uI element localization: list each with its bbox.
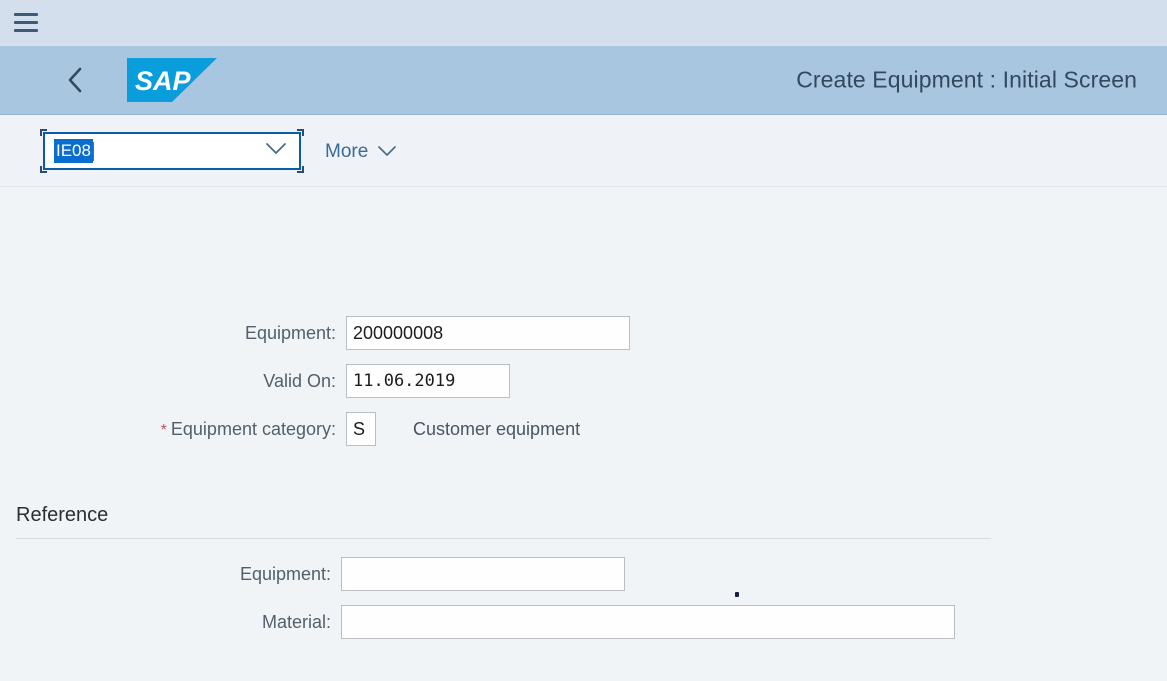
text-caret (92, 141, 94, 161)
label-reference-equipment: Equipment: (239, 563, 331, 584)
chevron-down-icon[interactable] (265, 142, 287, 160)
form-row-valid-on: Valid On: 11.06.2019 (0, 364, 660, 398)
label-equipment: Equipment: (244, 322, 336, 343)
hamburger-bar-1 (14, 13, 38, 16)
hamburger-menu-icon[interactable] (14, 11, 38, 33)
required-asterisk: * (160, 421, 167, 439)
transaction-code-input[interactable]: IE08 (43, 132, 301, 170)
input-reference-material[interactable] (341, 605, 955, 639)
input-equipment-category[interactable]: S (346, 412, 376, 446)
hamburger-bar-3 (14, 29, 38, 32)
focus-corner-bottom-right (297, 166, 304, 173)
section-reference: Reference (16, 504, 991, 539)
form-row-reference-material: Material: (0, 605, 980, 639)
main-content: Equipment: 200000008 Valid On: 11.06.201… (0, 188, 1167, 681)
transaction-code-combobox[interactable]: IE08 (40, 129, 304, 173)
input-equipment[interactable]: 200000008 (346, 316, 630, 350)
section-title-reference: Reference (16, 504, 109, 526)
section-divider (16, 538, 991, 539)
more-button[interactable]: More (325, 141, 397, 163)
input-reference-equipment[interactable] (341, 557, 625, 591)
hamburger-bar-2 (14, 21, 38, 24)
form-row-reference-equipment: Equipment: (0, 557, 660, 591)
label-valid-on: Valid On: (263, 370, 336, 391)
label-equipment-category-text: Equipment category: (170, 418, 336, 439)
cursor-artifact (735, 592, 739, 597)
sap-logo[interactable]: SAP (127, 58, 217, 102)
page-title: Create Equipment : Initial Screen (796, 66, 1137, 93)
focus-corner-top-left (40, 129, 47, 136)
input-valid-on[interactable]: 11.06.2019 (346, 364, 510, 398)
label-equipment-category: * Equipment category: (0, 419, 346, 440)
label-reference-material: Material: (261, 611, 331, 632)
more-button-label: More (325, 141, 369, 162)
equipment-category-description: Customer equipment (413, 418, 581, 439)
back-chevron-icon[interactable] (58, 63, 92, 97)
form-row-equipment: Equipment: 200000008 (0, 316, 660, 350)
transaction-code-value: IE08 (54, 138, 93, 164)
sap-logo-text: SAP (135, 66, 192, 96)
shell-header: SAP Create Equipment : Initial Screen (0, 46, 1167, 115)
focus-corner-top-right (297, 129, 304, 136)
chevron-down-icon (377, 141, 397, 163)
form-row-equipment-category: * Equipment category: S Customer equipmen… (0, 412, 760, 446)
focus-corner-bottom-left (40, 166, 47, 173)
top-utility-bar (0, 0, 1167, 46)
